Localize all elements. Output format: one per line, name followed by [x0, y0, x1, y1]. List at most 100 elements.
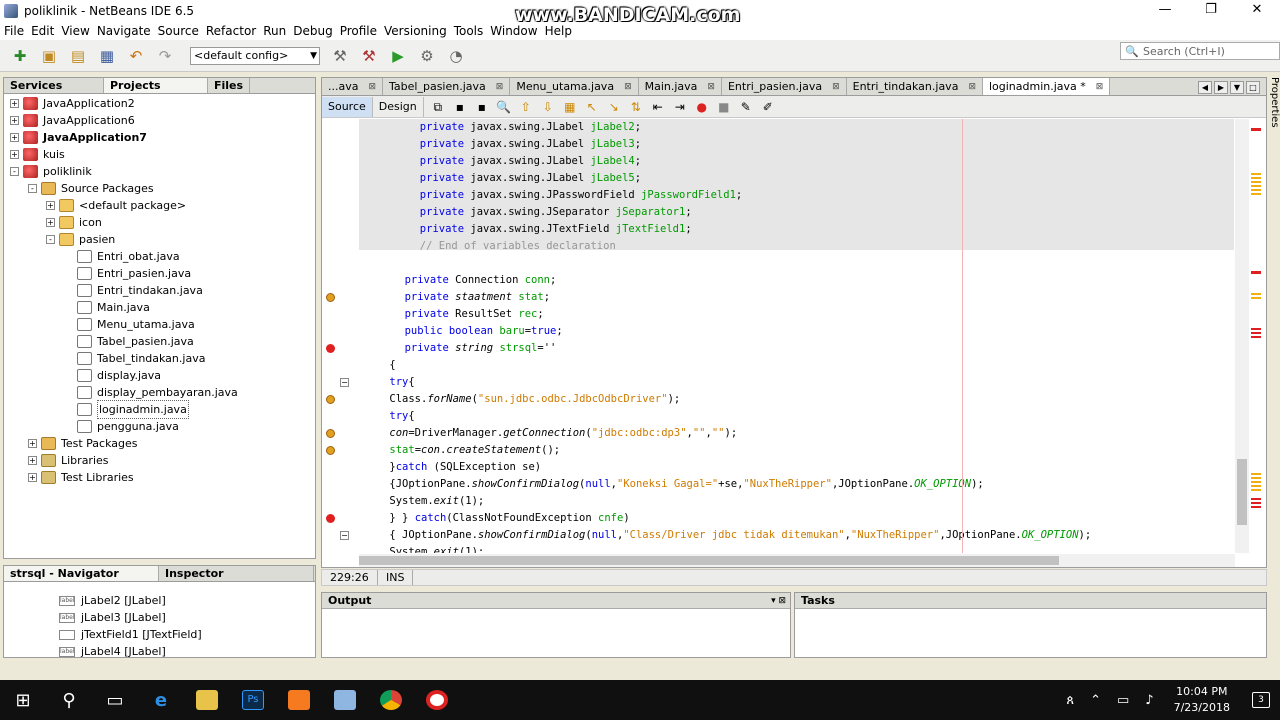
navigator-item[interactable]: label jLabel3 [JLabel]	[59, 609, 166, 626]
tab-inspector[interactable]: Inspector	[159, 566, 314, 581]
horizontal-scroll-thumb[interactable]	[359, 556, 1059, 565]
code-line[interactable]: private staatment stat;	[359, 289, 550, 306]
find-prev-icon[interactable]: ⇧	[518, 100, 534, 114]
tree-node[interactable]: + JavaApplication2	[10, 95, 135, 112]
menu-tools[interactable]: Tools	[454, 24, 484, 38]
scroll-right-icon[interactable]: ▶	[1214, 80, 1228, 94]
debug-icon[interactable]: ⚙	[415, 44, 439, 68]
code-line[interactable]: private javax.swing.JSeparator jSeparato…	[359, 204, 692, 221]
code-line[interactable]: private javax.swing.JLabel jLabel2;	[359, 119, 641, 136]
tree-node[interactable]: + icon	[46, 214, 102, 231]
editor-tab[interactable]: Tabel_pasien.java ⊠	[383, 78, 511, 95]
config-select[interactable]: <default config> ▼	[190, 46, 320, 65]
close-tab-icon[interactable]: ⊠	[1096, 78, 1104, 96]
tree-node[interactable]: pengguna.java	[64, 418, 179, 435]
minimize-button[interactable]: —	[1142, 0, 1188, 22]
tree-node[interactable]: - poliklinik	[10, 163, 92, 180]
menu-refactor[interactable]: Refactor	[206, 24, 256, 38]
error-stripe-warning[interactable]	[1251, 293, 1261, 301]
editor-tab[interactable]: ...ava ⊠	[322, 78, 384, 96]
tree-node[interactable]: Entri_tindakan.java	[64, 282, 203, 299]
back-icon[interactable]: ⧉	[430, 100, 446, 114]
tree-node[interactable]: + kuis	[10, 146, 65, 163]
history-icon[interactable]: ▪	[452, 100, 468, 114]
tree-node[interactable]: loginadmin.java	[64, 400, 189, 419]
tree-node[interactable]: Tabel_pasien.java	[64, 333, 194, 350]
code-line[interactable]: public boolean baru=true;	[359, 323, 563, 340]
error-stripe-error[interactable]	[1251, 328, 1261, 338]
error-stripe-error[interactable]	[1251, 128, 1261, 131]
code-line[interactable]: private javax.swing.JLabel jLabel3;	[359, 136, 641, 153]
notifications-icon[interactable]: 3	[1252, 692, 1270, 708]
code-line[interactable]: }catch (SQLException se)	[359, 459, 541, 476]
tree-node[interactable]: Tabel_tindakan.java	[64, 350, 205, 367]
windows-start-icon[interactable]: ⊞	[0, 680, 46, 720]
warning-icon[interactable]	[326, 429, 335, 438]
prev-bookmark-icon[interactable]: ↖	[584, 100, 600, 114]
fold-icon[interactable]: −	[340, 531, 349, 540]
new-file-icon[interactable]: ✚	[8, 44, 32, 68]
clean-build-icon[interactable]: ⚒	[357, 44, 381, 68]
maximize-button[interactable]: ❐	[1188, 0, 1234, 22]
close-tab-icon[interactable]: ⊠	[707, 78, 715, 96]
stop-macro-icon[interactable]: ■	[716, 100, 732, 114]
code-line[interactable]: // End of variables declaration	[359, 238, 616, 255]
tree-node[interactable]: Menu_utama.java	[64, 316, 195, 333]
close-tab-icon[interactable]: ⊠	[368, 78, 376, 96]
shift-right-icon[interactable]: ⇥	[672, 100, 688, 114]
expand-icon[interactable]: +	[28, 456, 37, 465]
tree-node[interactable]: + JavaApplication6	[10, 112, 135, 129]
code-line[interactable]: private javax.swing.JLabel jLabel4;	[359, 153, 641, 170]
toggle-bookmark-icon[interactable]: ⇅	[628, 100, 644, 114]
menu-edit[interactable]: Edit	[31, 24, 54, 38]
tree-node[interactable]: Entri_pasien.java	[64, 265, 191, 282]
tree-node[interactable]: - pasien	[46, 231, 115, 248]
expand-icon[interactable]: +	[10, 133, 19, 142]
edge-icon[interactable]: e	[138, 680, 184, 720]
chrome-icon[interactable]	[368, 680, 414, 720]
tray-chevron-icon[interactable]: ⌃	[1090, 693, 1101, 708]
clock[interactable]: 10:04 PM 7/23/2018	[1174, 684, 1230, 716]
code-line[interactable]: private javax.swing.JLabel jLabel5;	[359, 170, 641, 187]
people-icon[interactable]: ጰ	[1066, 693, 1074, 708]
expand-icon[interactable]: +	[28, 473, 37, 482]
tree-node[interactable]: + Libraries	[28, 452, 109, 469]
profile-icon[interactable]: ◔	[444, 44, 468, 68]
error-stripe-warning[interactable]	[1251, 173, 1261, 195]
find-icon[interactable]: 🔍	[496, 100, 512, 114]
network-icon[interactable]: ▭	[1117, 693, 1129, 708]
start-macro-icon[interactable]: ●	[694, 100, 710, 114]
editor-tab[interactable]: Main.java ⊠	[639, 78, 722, 95]
menu-source[interactable]: Source	[158, 24, 199, 38]
scroll-left-icon[interactable]: ◀	[1198, 80, 1212, 94]
expand-icon[interactable]: +	[28, 439, 37, 448]
editor-tab[interactable]: Entri_tindakan.java ⊠	[847, 78, 983, 95]
maximize-editor-icon[interactable]: □	[1246, 80, 1260, 94]
tree-node[interactable]: Entri_obat.java	[64, 248, 180, 265]
expand-icon[interactable]: +	[10, 99, 19, 108]
properties-side-tab[interactable]: Properties	[1267, 77, 1280, 277]
search-input[interactable]: Search (Ctrl+I)	[1143, 45, 1225, 58]
tab-services[interactable]: Services	[4, 78, 104, 93]
forward-icon[interactable]: ▪	[474, 100, 490, 114]
code-line[interactable]: } } catch(ClassNotFoundException cnfe)	[359, 510, 629, 527]
task-view-icon[interactable]: ▭	[92, 680, 138, 720]
code-line[interactable]: { JOptionPane.showConfirmDialog(null,"Cl…	[359, 527, 1091, 544]
editor-tab[interactable]: Menu_utama.java ⊠	[510, 78, 639, 96]
close-tab-icon[interactable]: ⊠	[624, 78, 632, 96]
tree-node[interactable]: + Test Libraries	[28, 469, 134, 486]
code-line[interactable]: {JOptionPane.showConfirmDialog(null,"Kon…	[359, 476, 983, 493]
toggle-highlight-icon[interactable]: ▦	[562, 100, 578, 114]
collapse-icon[interactable]: -	[46, 235, 55, 244]
file-explorer-icon[interactable]	[184, 680, 230, 720]
warning-icon[interactable]	[326, 395, 335, 404]
panel-controls-icon[interactable]: ▾ ⊠	[771, 593, 786, 609]
tab-projects[interactable]: Projects	[104, 78, 208, 93]
collapse-icon[interactable]: -	[10, 167, 19, 176]
close-button[interactable]: ✕	[1234, 0, 1280, 22]
shift-left-icon[interactable]: ⇤	[650, 100, 666, 114]
menu-view[interactable]: View	[61, 24, 89, 38]
vertical-scroll-thumb[interactable]	[1237, 459, 1247, 525]
close-tab-icon[interactable]: ⊠	[832, 78, 840, 96]
vertical-scrollbar[interactable]	[1235, 119, 1249, 553]
